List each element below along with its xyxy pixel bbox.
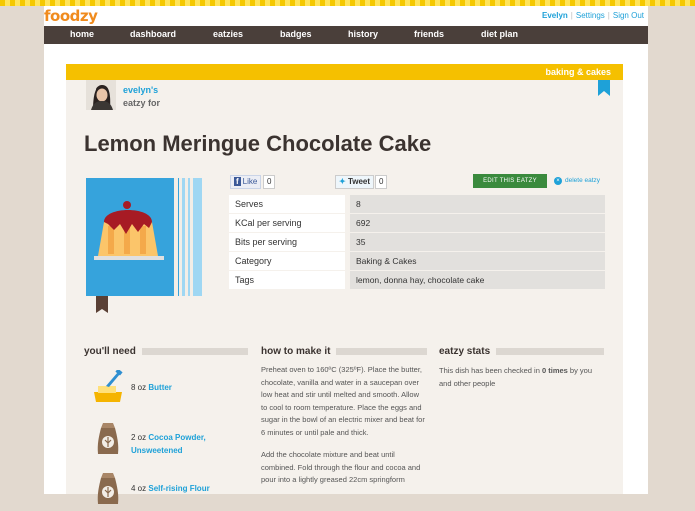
owner-link[interactable]: evelyn's	[123, 85, 158, 95]
method-step: Preheat oven to 160ºC (325ºF). Place the…	[261, 365, 425, 437]
nav-history[interactable]: history	[348, 29, 378, 39]
header: foodzy Evelyn | Settings | Sign Out	[44, 6, 648, 26]
eatzy-stats-text: This dish has been checked in 0 times by…	[439, 365, 605, 390]
info-value: lemon, donna hay, chocolate cake	[350, 271, 605, 289]
section-divider	[142, 348, 248, 355]
section-divider	[336, 348, 427, 355]
info-row: Tags lemon, donna hay, chocolate cake	[229, 271, 605, 289]
like-count: 0	[263, 175, 276, 189]
info-key: KCal per serving	[229, 214, 345, 232]
tweet-count: 0	[375, 175, 388, 189]
ingredient-item: 8 oz Butter	[131, 381, 221, 394]
info-key: Serves	[229, 195, 345, 213]
username-link[interactable]: Evelyn	[542, 11, 568, 20]
method-text: Preheat oven to 160ºC (325ºF). Place the…	[261, 364, 427, 497]
tweet-label: Tweet	[347, 177, 371, 186]
nav-dashboard[interactable]: dashboard	[130, 29, 176, 39]
info-value: 8	[350, 195, 605, 213]
ingredient-name[interactable]: Self-rising Flour	[148, 484, 209, 493]
category-bar: baking & cakes	[66, 64, 623, 80]
ingredient-qty: 8 oz	[131, 383, 147, 392]
info-key: Tags	[229, 271, 345, 289]
nav-home[interactable]: home	[70, 29, 94, 39]
section-divider	[496, 348, 604, 355]
user-menu: Evelyn | Settings | Sign Out	[542, 11, 644, 20]
foodzy-logo[interactable]: foodzy	[44, 7, 98, 25]
stats-times: 0 times	[541, 366, 568, 375]
ingredient-qty: 2 oz	[131, 433, 147, 442]
edit-eatzy-button[interactable]: EDIT THIS EATZY	[473, 174, 547, 188]
recipe-book-illustration	[86, 178, 204, 314]
close-icon: ×	[554, 177, 562, 185]
ingredient-name[interactable]: Butter	[148, 383, 172, 392]
ingredient-item: 4 oz Self-rising Flour	[131, 482, 221, 495]
ingredient-qty: 4 oz	[131, 484, 147, 493]
info-row: KCal per serving 692	[229, 214, 605, 232]
like-label: Like	[242, 177, 258, 186]
section-heading-stats: eatzy stats	[439, 346, 491, 357]
nav-diet-plan[interactable]: diet plan	[481, 29, 518, 39]
signout-link[interactable]: Sign Out	[613, 11, 644, 20]
info-row: Category Baking & Cakes	[229, 252, 605, 270]
tweet-button[interactable]: ✦ Tweet	[335, 175, 375, 189]
bookmark-icon[interactable]	[598, 80, 610, 96]
avatar[interactable]	[86, 80, 116, 110]
method-step: Add the chocolate mixture and beat until…	[261, 450, 421, 484]
flour-sack-icon	[92, 420, 126, 454]
delete-label: delete eatzy	[565, 177, 601, 184]
category-tag[interactable]: baking & cakes	[545, 67, 611, 77]
info-row: Bits per serving 35	[229, 233, 605, 251]
stats-prefix: This dish has been checked in	[439, 366, 542, 375]
settings-link[interactable]: Settings	[576, 11, 605, 20]
section-heading-need: you'll need	[84, 346, 136, 357]
info-value: 35	[350, 233, 605, 251]
section-heading-how: how to make it	[261, 346, 331, 357]
info-key: Bits per serving	[229, 233, 345, 251]
nav-friends[interactable]: friends	[414, 29, 444, 39]
facebook-like-button[interactable]: f Like	[230, 175, 262, 189]
page-title: Lemon Meringue Chocolate Cake	[84, 131, 432, 156]
nav-eatzies[interactable]: eatzies	[213, 29, 243, 39]
info-row: Serves 8	[229, 195, 605, 213]
info-key: Category	[229, 252, 345, 270]
info-value: Baking & Cakes	[350, 252, 605, 270]
ingredient-item: 2 oz Cocoa Powder, Unsweetened	[131, 431, 221, 457]
delete-eatzy-link[interactable]: × delete eatzy	[554, 177, 600, 185]
owner-suffix: eatzy for	[123, 98, 161, 108]
butter-icon	[92, 368, 126, 402]
info-value: 692	[350, 214, 605, 232]
nav-badges[interactable]: badges	[280, 29, 312, 39]
main-nav: home dashboard eatzies badges history fr…	[44, 26, 648, 44]
